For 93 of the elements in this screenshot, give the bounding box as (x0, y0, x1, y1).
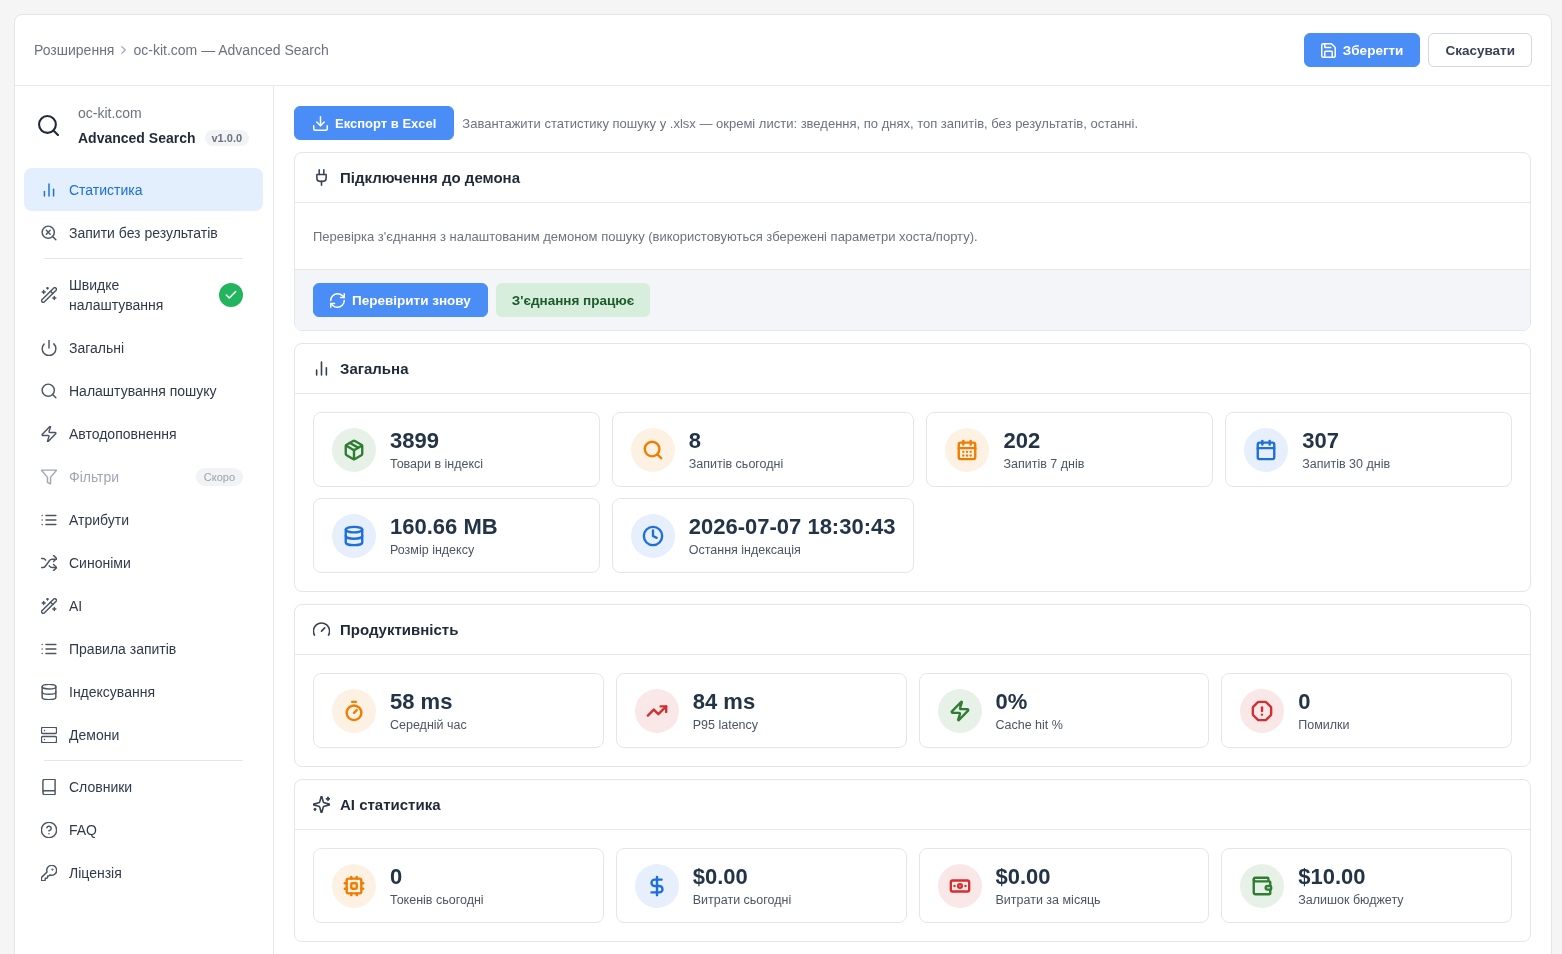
download-icon (313, 115, 328, 131)
calendar-icon (1244, 427, 1289, 472)
stat-value: 0% (995, 688, 1029, 715)
stat-label: P95 latency (692, 716, 759, 733)
stat-value: 202 (1003, 427, 1042, 454)
sidebar-item[interactable]: Статистика (24, 168, 263, 211)
clock-icon (630, 513, 675, 558)
sidebar-item[interactable]: Синоніми (24, 541, 263, 584)
stat-value: 307 (1302, 427, 1340, 454)
stat-value: 58 ms (390, 688, 454, 715)
calendar-icon (945, 427, 990, 472)
chip-icon (332, 863, 376, 908)
magic-wand-icon (41, 286, 57, 303)
magic-wand-icon (41, 597, 57, 614)
stat-value: 160.66 MB (390, 513, 498, 540)
sidebar-item[interactable]: Автодоповнення (24, 412, 263, 455)
soon-badge: Скоро (195, 467, 243, 486)
stat-label: Cache hit % (995, 716, 1063, 733)
breadcrumb-current: oc-kit.com — Advanced Search (133, 42, 329, 58)
panel-title: Загальна (340, 360, 409, 377)
sidebar-item[interactable]: Налаштування пошуку (24, 369, 263, 412)
book-icon (41, 778, 57, 795)
database-icon (41, 683, 57, 700)
panel-title: AI статистика (340, 796, 441, 813)
stat-label: Витрати за місяць (995, 891, 1101, 908)
alert-icon (1240, 688, 1285, 733)
stat-label: Запитів сьогодні (688, 455, 784, 472)
stat-label: Залишок бюджету (1298, 891, 1404, 908)
stat-label: Токенів сьогодні (390, 891, 484, 908)
sidebar-item[interactable]: Словники (24, 765, 263, 808)
sidebar-item[interactable]: Ліцензія (24, 851, 263, 894)
panel-title: Підключення до демона (340, 169, 520, 186)
stat-label: Товари в індексі (390, 455, 484, 472)
package-icon (332, 427, 376, 472)
search-icon (630, 427, 675, 472)
sparkles-icon (313, 796, 330, 813)
stat-value: $0.00 (995, 863, 1052, 890)
sidebar-item[interactable]: Атрибути (24, 498, 263, 541)
stat-label: Запитів 30 днів (1302, 455, 1391, 472)
stat-label: Витрати сьогодні (692, 891, 792, 908)
stat-value: $0.00 (692, 863, 749, 890)
chevron-right-icon (121, 46, 127, 54)
stat-value: 0 (1298, 688, 1312, 715)
stat-label: Остання індексація (688, 541, 802, 558)
power-icon (41, 339, 57, 356)
banknote-icon (937, 863, 982, 908)
plug-icon (313, 169, 330, 186)
brand-site: oc-kit.com (78, 104, 143, 123)
shuffle-icon (41, 554, 57, 571)
lightning-icon (41, 425, 57, 442)
sidebar-item[interactable]: Демони (24, 713, 263, 756)
sidebar-item[interactable]: Загальні (24, 326, 263, 369)
status-badge: З'єднання працює (495, 283, 651, 317)
stat-value: 0 (390, 863, 404, 890)
dollar-icon (634, 863, 679, 908)
refresh-icon (330, 292, 345, 308)
sidebar-item[interactable]: FAQ (24, 808, 263, 851)
bar-chart-icon (313, 360, 330, 377)
stat-label: Розмір індексу (390, 541, 476, 558)
stopwatch-icon (332, 688, 376, 733)
sidebar-item[interactable]: Швидке налаштування (24, 263, 263, 326)
stat-label: Запитів 7 днів (1003, 455, 1085, 472)
stat-label: Середній час (390, 716, 467, 733)
help-icon (41, 821, 57, 838)
sidebar-item[interactable]: Запити без результатів (24, 211, 263, 254)
stat-value: 2026-07-07 18:30:43 (688, 513, 896, 540)
breadcrumb-link[interactable]: Розширення (34, 42, 115, 58)
lightning-icon (937, 688, 982, 733)
panel-title: Продуктивність (340, 621, 459, 638)
sidebar-item[interactable]: Правила запитів (24, 627, 263, 670)
server-icon (41, 726, 57, 743)
database-icon (332, 513, 376, 558)
bar-chart-icon (41, 181, 57, 198)
search-x-icon (41, 224, 57, 241)
version-badge: v1.0.0 (204, 130, 250, 146)
sidebar-item[interactable]: AI (24, 584, 263, 627)
brand-name: Advanced Search (78, 129, 196, 148)
trend-up-icon (634, 688, 679, 733)
gauge-icon (313, 621, 330, 638)
key-icon (41, 864, 57, 881)
cancel-button[interactable]: Скасувати (1428, 33, 1532, 67)
stat-value: 8 (688, 427, 702, 454)
stat-label: Помилки (1298, 716, 1350, 733)
export-description: Завантажити статистику пошуку у .xlsx — окремі листи: зведення, по днях, топ запитів, без результатів, останні. (462, 115, 1139, 131)
wallet-icon (1240, 863, 1285, 908)
search-icon (41, 382, 57, 399)
stat-value: 3899 (390, 427, 440, 454)
connection-description: Перевірка з'єднання з налаштованим демоном пошуку (використовуються збережені параметри хоста/порту). (313, 228, 978, 244)
search-icon (38, 115, 59, 136)
stat-value: 84 ms (692, 688, 757, 715)
sidebar-item[interactable]: Індексування (24, 670, 263, 713)
stat-value: $10.00 (1298, 863, 1367, 890)
funnel-icon (41, 468, 57, 485)
